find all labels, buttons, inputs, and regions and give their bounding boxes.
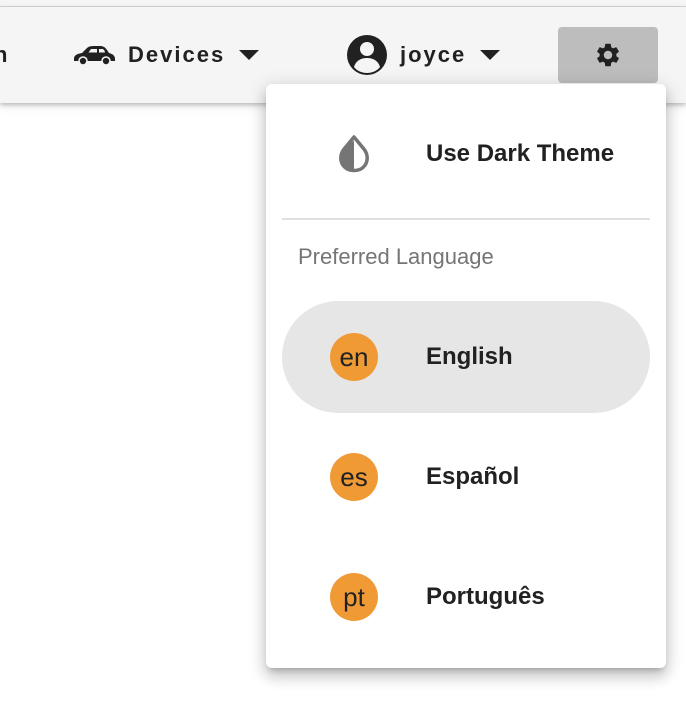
car-icon: [74, 46, 115, 66]
account-circle-icon: [347, 35, 387, 75]
dark-theme-toggle[interactable]: Use Dark Theme: [282, 98, 650, 210]
language-code-badge: es: [330, 453, 378, 501]
settings-button[interactable]: [558, 27, 658, 83]
language-subheader: Preferred Language: [298, 244, 494, 269]
invert-colors-icon: [339, 135, 369, 173]
devices-menu-label: Devices: [128, 42, 226, 67]
dark-theme-label: Use Dark Theme: [426, 140, 615, 167]
language-label: Português: [426, 583, 545, 610]
menu-divider: [282, 218, 650, 220]
window-top-border: [0, 0, 686, 7]
language-label: Español: [426, 463, 520, 490]
language-code-badge: en: [330, 333, 378, 381]
language-option-spanish[interactable]: es Español: [282, 421, 650, 533]
language-code-badge: pt: [330, 573, 378, 621]
toolbar-nav-item-partial-label: n: [0, 42, 10, 67]
language-label: English: [426, 343, 513, 370]
settings-menu: Use Dark Theme Preferred Language en Eng…: [266, 84, 666, 668]
language-option-portuguese[interactable]: pt Português: [282, 541, 650, 653]
language-option-english[interactable]: en English: [282, 301, 650, 413]
caret-down-icon: [239, 50, 260, 60]
devices-menu-button[interactable]: Devices: [72, 7, 260, 103]
toolbar-nav-item-partial[interactable]: n: [0, 7, 9, 103]
user-menu-label: joyce: [400, 42, 467, 67]
gear-icon: [597, 43, 619, 67]
caret-down-icon: [480, 50, 501, 60]
